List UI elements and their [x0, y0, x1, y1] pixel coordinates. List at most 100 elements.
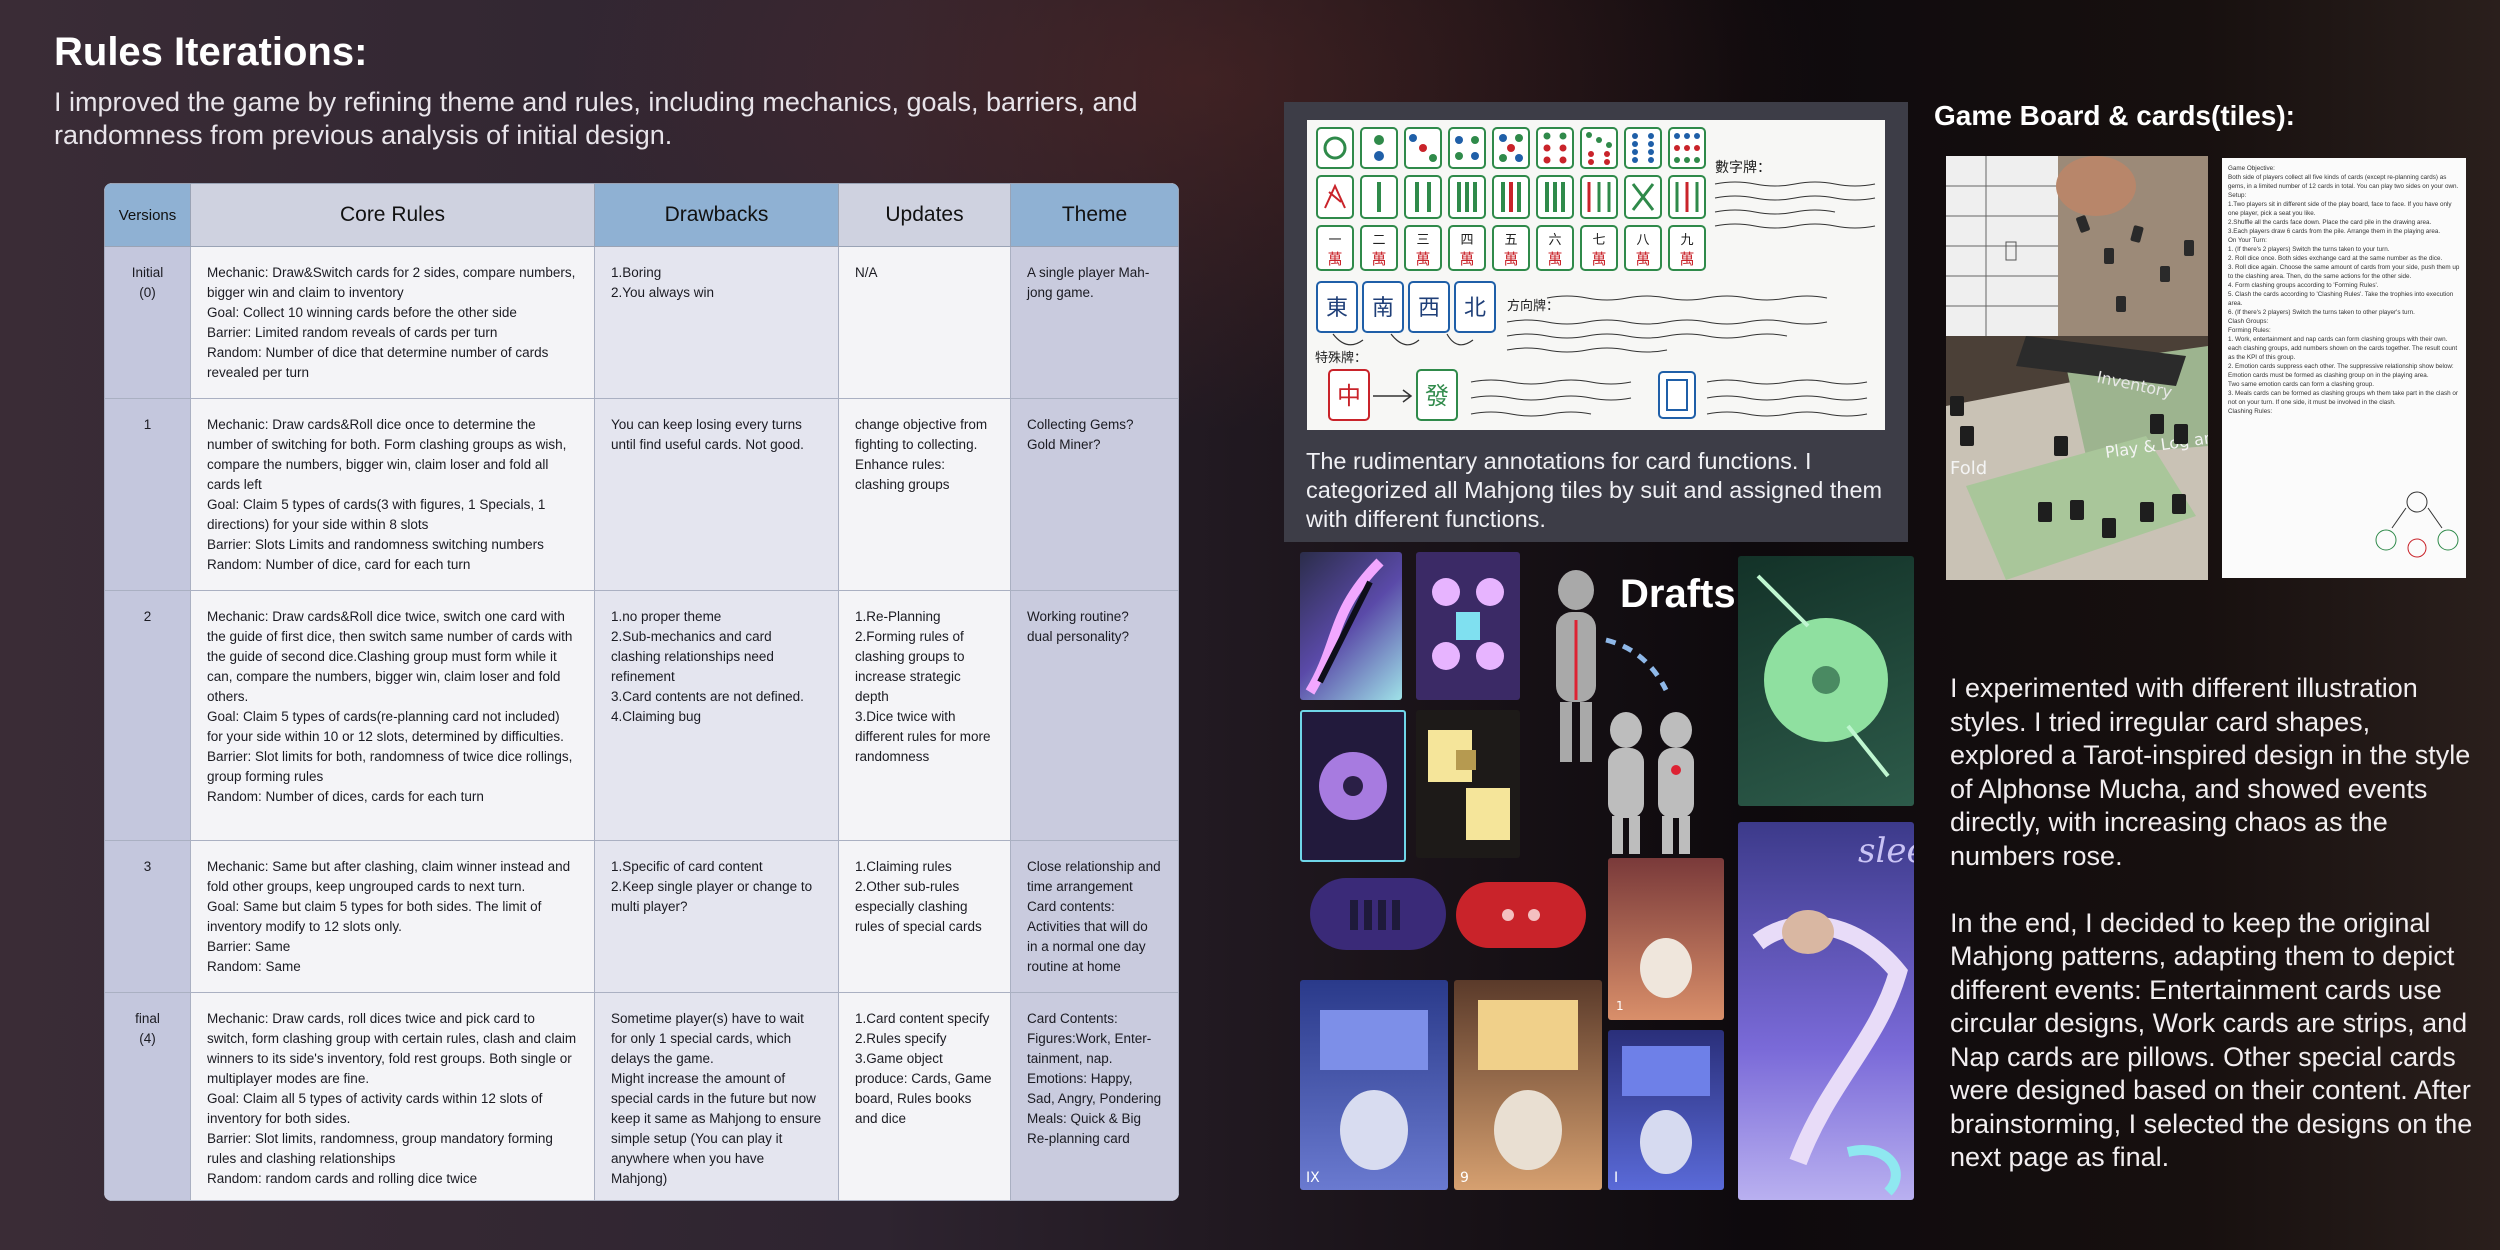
special-tiles-note: 特殊牌： [1315, 350, 1367, 366]
draft-card-window-room: 9 [1454, 980, 1602, 1190]
draft-card-blue-room: IX [1300, 980, 1448, 1190]
description-paragraph-1: I experimented with different illustrati… [1950, 673, 2471, 871]
mahjong-sketch: 一 二 三 四 五 六 七 八 九 萬萬萬萬萬萬萬萬萬 東 南 西 北 中 發 … [1315, 127, 1876, 421]
core-rules-cell: Mechanic: Draw&Switch cards for 2 sides,… [190, 246, 595, 399]
page-title: Rules Iterations: [54, 30, 368, 74]
svg-text:萬: 萬 [1679, 250, 1694, 268]
column-header-drawbacks: Drawbacks [594, 183, 839, 247]
draft-card-green-disc [1738, 556, 1914, 806]
wan-tile-2: 二 [1372, 233, 1385, 248]
number-tiles-note: 數字牌： [1715, 159, 1771, 176]
rules-line: 1. (If there's 2 players) Switch the tur… [2228, 246, 2390, 253]
emotion-cycle-diagram [2375, 491, 2459, 558]
draft-card-record [1300, 710, 1406, 862]
version-cell: Initial (0) [104, 246, 191, 399]
rules-line: 2. Emotion cards suppress each other. Th… [2228, 363, 2454, 370]
drawbacks-cell: Sometime player(s) have to wait for only… [594, 992, 839, 1201]
rules-line: 3. Roll dice again. Choose the same amou… [2228, 264, 2460, 280]
draft-card-number: 9 [1460, 1170, 1469, 1186]
column-header-core-rules: Core Rules [190, 183, 595, 247]
wan-tile-9: 九 [1680, 233, 1693, 248]
sleep-word: sleep [1858, 831, 1914, 871]
table-row: 2 Mechanic: Draw cards&Roll dice twice, … [104, 590, 1179, 841]
rules-line: each clashing groups, add numbers shown … [2228, 345, 2458, 361]
table-row: final (4) Mechanic: Draw cards, roll dic… [104, 992, 1179, 1201]
board-photo-illustration: Inventory Fold Play & Log area [1946, 156, 2208, 580]
theme-cell: Close relationship and time arrangement … [1010, 840, 1179, 993]
theme-cell: Card Contents: Figures:Work, Enter-tainm… [1010, 992, 1179, 1201]
svg-text:萬: 萬 [1591, 250, 1606, 268]
svg-text:萬: 萬 [1459, 250, 1474, 268]
draft-card-papers [1416, 710, 1520, 858]
rules-book-page: Game Objective: Both side of players col… [2222, 158, 2466, 578]
rules-table: Versions Core Rules Drawbacks Updates Th… [104, 183, 1179, 1201]
svg-text:萬: 萬 [1635, 250, 1650, 268]
draft-card-number: 1 [1616, 999, 1624, 1013]
rules-line: Clash Groups: [2228, 318, 2269, 325]
wind-tiles-note: 方向牌： [1507, 298, 1559, 314]
wind-tile-east: 東 [1326, 296, 1348, 321]
column-header-versions: Versions [104, 183, 191, 247]
draft-card-oval-red [1456, 882, 1586, 948]
rules-line: On Your Turn: [2228, 237, 2267, 244]
wan-tile-7: 七 [1592, 233, 1605, 248]
rules-line: 2.Shuffle all the cards face down. Place… [2228, 219, 2432, 226]
circle-tiles-row [1316, 127, 1706, 169]
draft-card-oval-purple [1310, 878, 1446, 950]
rules-line: Emotion cards must be formed as clashing… [2228, 372, 2429, 379]
core-rules-cell: Mechanic: Draw cards, roll dices twice a… [190, 992, 595, 1201]
wan-tile-4: 四 [1460, 233, 1473, 248]
svg-text:萬: 萬 [1415, 250, 1430, 268]
drawbacks-cell: 1.Boring 2.You always win [594, 246, 839, 399]
game-board-photo: Inventory Fold Play & Log area [1946, 156, 2208, 580]
draft-card-tarot-pattern [1416, 552, 1520, 700]
description-paragraph-2: In the end, I decided to keep the origin… [1950, 907, 2473, 1173]
rules-line: 2. Roll dice once. Both sides exchange c… [2228, 255, 2443, 262]
illustration-description: I experimented with different illustrati… [1950, 672, 2480, 1175]
dragon-tiles-row: 中 發 [1328, 369, 1696, 421]
rules-line: 6. (If there's 2 players) Switch the tur… [2228, 309, 2415, 316]
svg-text:萬: 萬 [1327, 250, 1342, 268]
mahjong-caption: The rudimentary annotations for card fun… [1306, 448, 1883, 532]
wind-tiles-row: 東 南 西 北 [1316, 281, 1496, 346]
updates-cell: N/A [838, 246, 1011, 399]
core-rules-cell: Mechanic: Same but after clashing, claim… [190, 840, 595, 993]
draft-card-number: IX [1306, 1170, 1320, 1186]
column-header-updates: Updates [838, 183, 1011, 247]
game-board-title: Game Board & cards(tiles): [1934, 100, 2295, 131]
dragon-tile-red: 中 [1337, 382, 1361, 410]
updates-cell: change objective from fighting to collec… [838, 398, 1011, 591]
drawbacks-cell: 1.no proper theme 2.Sub-mechanics and ca… [594, 590, 839, 841]
wan-tile-1: 一 [1328, 233, 1341, 248]
rules-line: Clashing Rules: [2228, 408, 2273, 415]
wind-tile-north: 北 [1464, 296, 1486, 321]
rules-line: Setup: [2228, 192, 2247, 199]
updates-cell: 1.Card content specify 2.Rules specify 3… [838, 992, 1011, 1201]
rules-line: Two same emotion cards can form a clashi… [2228, 381, 2374, 388]
drafts-title: Drafts [1620, 572, 1736, 616]
version-cell: 2 [104, 590, 191, 841]
wan-tile-3: 三 [1416, 233, 1429, 248]
rules-line: 3. Meals cards can be formed as clashing… [2228, 390, 2458, 406]
rules-line: 4. Form clashing groups according to 'Fo… [2228, 282, 2379, 289]
wan-tile-8: 八 [1636, 233, 1649, 248]
drawbacks-cell: You can keep losing every turns until fi… [594, 398, 839, 591]
draft-card-desk-small: 1 [1608, 858, 1724, 1020]
draft-card-pen [1300, 552, 1402, 700]
version-cell: 3 [104, 840, 191, 993]
dragon-tile-green: 發 [1425, 382, 1449, 410]
core-rules-cell: Mechanic: Draw cards&Roll dice twice, sw… [190, 590, 595, 841]
page-subtitle: I improved the game by refining theme an… [54, 87, 1138, 150]
theme-cell: Working routine? dual personality? [1010, 590, 1179, 841]
svg-text:萬: 萬 [1503, 250, 1518, 268]
rules-line: 5. Clash the cards according to 'Clashin… [2228, 291, 2454, 307]
updates-cell: 1.Claiming rules 2.Other sub-rules espec… [838, 840, 1011, 993]
wan-tile-6: 六 [1548, 233, 1561, 248]
wind-tile-south: 南 [1372, 296, 1394, 321]
drawbacks-cell: 1.Specific of card content 2.Keep single… [594, 840, 839, 993]
draft-card-desk-blue: I [1608, 1030, 1724, 1190]
table-row: 3 Mechanic: Same but after clashing, cla… [104, 840, 1179, 993]
svg-text:萬: 萬 [1371, 250, 1386, 268]
mahjong-annotation-image: 一 二 三 四 五 六 七 八 九 萬萬萬萬萬萬萬萬萬 東 南 西 北 中 發 … [1307, 120, 1885, 430]
theme-cell: Collecting Gems? Gold Miner? [1010, 398, 1179, 591]
